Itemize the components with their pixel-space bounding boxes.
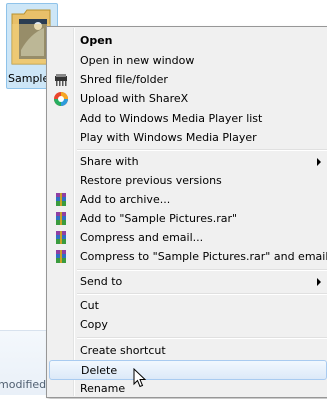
submenu-arrow-icon <box>317 278 321 286</box>
winrar-icon <box>56 250 66 263</box>
menu-item-send-to[interactable]: Send to <box>49 272 327 292</box>
menu-item-label: Restore previous versions <box>80 174 222 187</box>
menu-item-label: Open <box>80 34 113 47</box>
menu-item-add-to-rar[interactable]: Add to "Sample Pictures.rar" <box>49 209 327 229</box>
winrar-icon <box>56 212 66 225</box>
menu-item-open[interactable]: Open <box>49 31 327 51</box>
menu-separator <box>77 293 327 295</box>
menu-item-label: Open in new window <box>80 54 195 67</box>
menu-item-copy[interactable]: Copy <box>49 315 327 335</box>
menu-item-compress-rar-email[interactable]: Compress to "Sample Pictures.rar" and em… <box>49 247 327 267</box>
menu-item-label: Add to archive... <box>80 193 171 206</box>
winrar-icon <box>56 193 66 206</box>
menu-item-rename[interactable]: Rename <box>49 379 327 399</box>
menu-item-play-wmp[interactable]: Play with Windows Media Player <box>49 128 327 148</box>
menu-item-label: Shred file/folder <box>80 73 168 86</box>
menu-item-label: Upload with ShareX <box>80 92 189 105</box>
submenu-arrow-icon <box>317 158 321 166</box>
shredder-icon <box>55 74 67 86</box>
menu-item-add-wmp-list[interactable]: Add to Windows Media Player list <box>49 109 327 129</box>
menu-item-label: Compress and email... <box>80 231 204 244</box>
menu-item-label: Add to Windows Media Player list <box>80 112 263 125</box>
menu-item-label: Compress to "Sample Pictures.rar" and em… <box>80 250 327 263</box>
menu-item-open-new-window[interactable]: Open in new window <box>49 51 327 71</box>
winrar-icon <box>56 231 66 244</box>
menu-separator <box>77 149 327 151</box>
menu-item-label: Send to <box>80 275 123 288</box>
menu-item-add-to-archive[interactable]: Add to archive... <box>49 190 327 210</box>
menu-item-label: Cut <box>80 299 99 312</box>
context-menu: Open Open in new window Shred file/folde… <box>46 26 327 398</box>
menu-item-label: Add to "Sample Pictures.rar" <box>80 212 238 225</box>
menu-item-label: Rename <box>80 382 126 395</box>
mouse-pointer-icon <box>133 368 147 388</box>
sharex-icon <box>54 92 68 106</box>
menu-item-cut[interactable]: Cut <box>49 296 327 316</box>
menu-item-label: Delete <box>81 364 118 377</box>
menu-separator <box>77 337 327 339</box>
menu-item-delete[interactable]: Delete <box>49 360 327 380</box>
menu-item-compress-email[interactable]: Compress and email... <box>49 228 327 248</box>
menu-item-share-with[interactable]: Share with <box>49 152 327 172</box>
menu-item-label: Share with <box>80 155 139 168</box>
details-modified-label: modified: <box>0 378 50 391</box>
menu-item-label: Play with Windows Media Player <box>80 131 257 144</box>
menu-item-shred[interactable]: Shred file/folder <box>49 70 327 90</box>
menu-item-upload-sharex[interactable]: Upload with ShareX <box>49 89 327 109</box>
menu-item-label: Create shortcut <box>80 344 166 357</box>
menu-item-label: Copy <box>80 318 108 331</box>
menu-item-create-shortcut[interactable]: Create shortcut <box>49 341 327 361</box>
menu-item-restore-versions[interactable]: Restore previous versions <box>49 171 327 191</box>
menu-separator <box>77 269 327 271</box>
